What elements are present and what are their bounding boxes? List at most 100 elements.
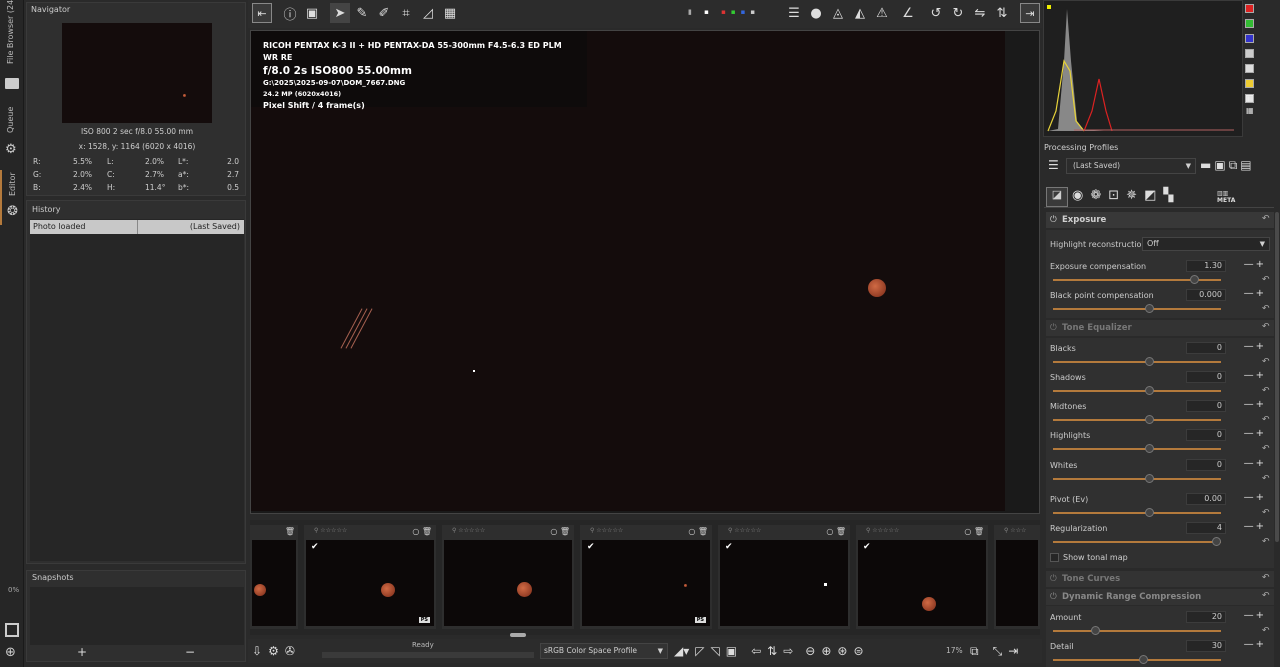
hide-right-panel-icon[interactable]: ⇥ <box>1020 3 1040 23</box>
tone-eq-value[interactable]: 0 <box>1186 459 1226 471</box>
advanced-tab-icon[interactable]: ⊡ <box>1108 188 1126 203</box>
new-window-icon[interactable]: ⧉ <box>970 644 979 659</box>
histogram-type-icon[interactable]: ▥ <box>1246 94 1254 103</box>
rotate-left-icon[interactable]: ↺ <box>926 3 946 23</box>
monitor-icon[interactable]: ▣ <box>726 644 737 658</box>
metadata-tab-icon[interactable]: ▥▥ META <box>1217 190 1235 204</box>
trash-icon[interactable]: ○ 🗑 <box>550 527 570 536</box>
tone-eq-slider[interactable] <box>1053 386 1221 395</box>
tone-eq-value[interactable]: 4 <box>1186 522 1226 534</box>
trash-icon[interactable]: ○ 🗑 <box>412 527 432 536</box>
slider-knob[interactable] <box>1189 275 1199 284</box>
tone-eq-slider[interactable] <box>1053 415 1221 424</box>
highlight-clip-icon[interactable]: ◭ <box>850 3 870 23</box>
trash-icon[interactable]: ○ 🗑 <box>964 527 984 536</box>
add-snapshot-button[interactable]: + <box>77 645 87 659</box>
tone-eq-stepper[interactable]: —+ <box>1244 492 1266 503</box>
rating-stars[interactable]: ⚲ ☆☆☆☆☆ <box>866 527 899 534</box>
reset-icon[interactable]: ↶ <box>1262 214 1270 224</box>
tone-eq-value[interactable]: 0 <box>1186 371 1226 383</box>
tone-eq-stepper[interactable]: —+ <box>1244 399 1266 410</box>
exposure-header[interactable]: ⏻ Exposure <box>1046 212 1274 228</box>
histogram-icon[interactable]: ∠ <box>898 3 918 23</box>
previous-image-icon[interactable]: ⇦ <box>751 644 761 658</box>
zoom-in-icon[interactable]: ⊕ <box>821 644 831 658</box>
thumbnail[interactable]: ⚲ ☆☆☆☆☆ ○ 🗑 ✔ <box>718 525 850 629</box>
tone-eq-stepper[interactable]: —+ <box>1244 370 1266 381</box>
detail-value[interactable]: 30 <box>1186 640 1226 652</box>
tone-eq-stepper[interactable]: —+ <box>1244 341 1266 352</box>
right-panel-scrollbar[interactable] <box>1275 212 1279 542</box>
zoom-100-icon[interactable]: ⊛ <box>837 644 847 658</box>
rating-stars[interactable]: ⚲ ☆☆☆☆☆ <box>590 527 623 534</box>
tone-eq-value[interactable]: 0 <box>1186 342 1226 354</box>
trash-icon[interactable]: 🗑 <box>285 527 295 536</box>
reset-icon[interactable]: ↶ <box>1262 474 1270 484</box>
white-balance-picker-icon[interactable]: ✎ <box>352 3 372 23</box>
color-tab-icon[interactable]: ❁ <box>1090 188 1108 203</box>
zoom-fit-icon[interactable]: ⊜ <box>853 644 863 658</box>
amount-value[interactable]: 20 <box>1186 611 1226 623</box>
drc-header[interactable]: ⏻ Dynamic Range Compression <box>1046 589 1274 605</box>
crosshair-icon[interactable]: ⊕ <box>5 645 16 660</box>
next-image-icon[interactable]: ⇨ <box>783 644 793 658</box>
raw-tab-icon[interactable]: ◩ <box>1144 188 1163 203</box>
amount-slider[interactable] <box>1053 626 1221 635</box>
blue-channel-icon[interactable] <box>1245 34 1254 43</box>
chroma-channel-icon[interactable] <box>1245 64 1254 73</box>
open-profile-icon[interactable]: ▬ <box>1200 158 1214 172</box>
exposure-compensation-slider[interactable] <box>1053 275 1221 284</box>
save-profile-icon[interactable]: ▣ <box>1214 158 1228 172</box>
editor-tab[interactable]: Editor ❂ <box>0 170 24 225</box>
color-profile-select[interactable]: sRGB Color Space Profile ▼ <box>540 643 668 659</box>
tone-curves-header[interactable]: ⏻ Tone Curves <box>1046 571 1274 587</box>
rotate-right-icon[interactable]: ↻ <box>948 3 968 23</box>
histogram-scale-icon[interactable]: ▦ <box>1246 106 1254 115</box>
paste-profile-icon[interactable]: ▤ <box>1240 158 1254 172</box>
exposure-compensation-value[interactable]: 1.30 <box>1186 260 1226 272</box>
info-icon[interactable]: ⓘ <box>280 3 300 23</box>
straighten-icon[interactable]: ◿ <box>418 3 438 23</box>
crop-icon[interactable]: ⌗ <box>396 3 416 23</box>
rating-stars[interactable]: ⚲ ☆☆☆ <box>1004 527 1026 534</box>
flip-horizontal-icon[interactable]: ⇋ <box>970 3 990 23</box>
reset-icon[interactable]: ↶ <box>1262 573 1270 583</box>
color-picker-icon[interactable]: ✐ <box>374 3 394 23</box>
gamut-icon[interactable]: ◢▾ <box>674 644 689 658</box>
tone-eq-slider[interactable] <box>1053 537 1221 546</box>
image-viewer[interactable]: RICOH PENTAX K-3 II + HD PENTAX-DA 55-30… <box>250 30 1040 514</box>
luminance-channel-icon[interactable] <box>1245 49 1254 58</box>
power-icon[interactable]: ⏻ <box>1050 320 1057 336</box>
zoom-out-icon[interactable]: ⊖ <box>805 644 815 658</box>
reset-icon[interactable]: ↶ <box>1262 386 1270 396</box>
reset-icon[interactable]: ↶ <box>1262 591 1270 601</box>
exposure-tab[interactable]: ◪ <box>1046 187 1068 207</box>
tone-eq-value[interactable]: 0 <box>1186 429 1226 441</box>
save-icon[interactable]: ⇩ <box>252 644 262 658</box>
detail-stepper[interactable]: —+ <box>1244 639 1266 650</box>
history-item[interactable]: Photo loaded (Last Saved) <box>30 220 244 234</box>
hide-panels-icon[interactable]: ⇥ <box>1008 644 1018 658</box>
copy-profile-icon[interactable]: ⧉ <box>1229 158 1241 172</box>
grid-icon[interactable] <box>5 623 19 637</box>
tone-equalizer-header[interactable]: ⏻ Tone Equalizer <box>1046 320 1274 336</box>
thumbnail[interactable]: 🗑 <box>250 525 298 629</box>
reset-icon[interactable]: ↶ <box>1262 322 1270 332</box>
tone-eq-stepper[interactable]: —+ <box>1244 521 1266 532</box>
thumbnail[interactable]: ⚲ ☆☆☆☆☆ ○ 🗑 <box>442 525 574 629</box>
reset-icon[interactable]: ↶ <box>1262 304 1270 314</box>
warning-icon[interactable]: ⚠ <box>872 3 892 23</box>
tone-eq-slider[interactable] <box>1053 357 1221 366</box>
trash-icon[interactable]: ○ 🗑 <box>826 527 846 536</box>
filmstrip-scrollbar[interactable] <box>510 633 526 637</box>
preview-channel-icons[interactable]: ▮ ▪ ▪▪▪▪ <box>688 8 768 20</box>
thumbnail[interactable]: ⚲ ☆☆☆ <box>994 525 1040 629</box>
detail-slider[interactable] <box>1053 655 1221 664</box>
reset-icon[interactable]: ↶ <box>1262 444 1270 454</box>
reset-icon[interactable]: ↶ <box>1262 357 1270 367</box>
reset-icon[interactable]: ↶ <box>1262 275 1270 285</box>
perspective-icon[interactable]: ▦ <box>440 3 460 23</box>
slider-knob[interactable] <box>1138 655 1148 664</box>
hand-tool-icon[interactable]: ➤ <box>330 3 350 23</box>
power-icon[interactable]: ⏻ <box>1050 212 1057 228</box>
